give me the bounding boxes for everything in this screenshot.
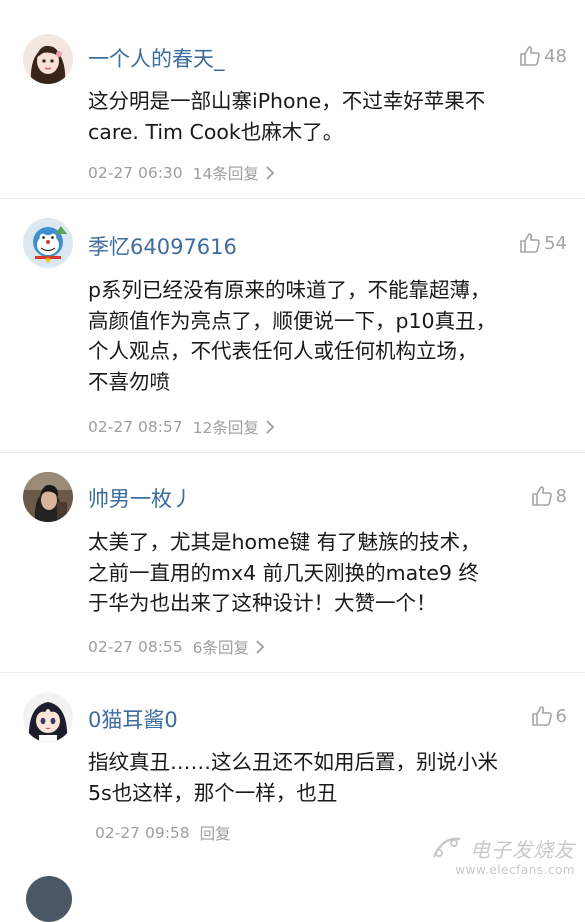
username[interactable]: 一个人的春天_ — [88, 43, 225, 73]
comment-line: care. Tim Cook也麻木了。 — [88, 119, 344, 144]
user-avatar-image — [23, 692, 73, 742]
replies-link[interactable]: 12条回复 — [193, 416, 275, 438]
comment-line: p系列已经没有原来的味道了，不能靠超薄， — [88, 278, 491, 302]
divider — [0, 672, 585, 673]
thumbs-up-icon — [531, 706, 552, 726]
comment-line: 这分明是一部山寨iPhone，不过幸好苹果不 — [88, 89, 486, 113]
chevron-right-icon — [266, 166, 275, 180]
username[interactable]: 0猫耳酱0 — [88, 704, 178, 734]
user-avatar-image — [23, 218, 73, 268]
comment-line: 指纹真丑……这么丑还不如用后置，别说小米 — [88, 750, 498, 774]
thumbs-up-icon — [531, 486, 552, 506]
replies-count: 14条回复 — [192, 165, 259, 183]
replies-count: 回复 — [199, 825, 231, 843]
avatar[interactable] — [23, 472, 73, 522]
comment-meta: 02-27 06:30 14条回复 — [88, 162, 275, 184]
like-count: 54 — [544, 232, 567, 254]
like-button[interactable]: 8 — [530, 484, 567, 508]
watermark-url: www.elecfans.com — [455, 863, 575, 877]
comment-text: p系列已经没有原来的味道了，不能靠超薄， 高颜值作为亮点了，顺便说一下，p10真… — [88, 275, 563, 397]
comment-line: 高颜值作为亮点了，顺便说一下，p10真丑， — [88, 308, 497, 333]
like-count: 8 — [555, 485, 567, 507]
username[interactable]: 帅男一枚丿 — [88, 483, 193, 513]
comment-meta: 02-27 09:58 回复 — [95, 822, 231, 844]
replies-link[interactable]: 回复 — [200, 822, 231, 844]
timestamp: 02-27 09:58 — [95, 824, 190, 842]
avatar[interactable] — [23, 34, 73, 84]
divider — [0, 452, 585, 453]
chevron-right-icon — [256, 640, 265, 654]
user-avatar-image — [23, 34, 73, 84]
timestamp: 02-27 06:30 — [88, 164, 183, 182]
divider — [0, 198, 585, 199]
like-button[interactable]: 54 — [518, 231, 567, 255]
comment-text: 太美了，尤其是home键 有了魅族的技术， 之前一直用的mx4 前几天刚换的ma… — [88, 527, 563, 619]
thumbs-up-icon — [520, 233, 540, 253]
chevron-right-icon — [266, 420, 275, 434]
avatar[interactable] — [23, 218, 73, 268]
like-button[interactable]: 6 — [530, 704, 567, 728]
comment-line: 不喜勿喷 — [88, 369, 170, 394]
replies-count: 6条回复 — [192, 639, 250, 657]
timestamp: 02-27 08:55 — [88, 638, 183, 656]
like-button[interactable]: 48 — [518, 44, 567, 68]
comment-line: 之前一直用的mx4 前几天刚换的mate9 终 — [88, 560, 479, 585]
timestamp: 02-27 08:57 — [88, 418, 183, 436]
comment-meta: 02-27 08:57 12条回复 — [88, 416, 275, 438]
watermark-name: 电子发烧友 — [470, 837, 575, 862]
comment-line: 于华为也出来了这种设计！大赞一个！ — [88, 591, 437, 615]
comment-text: 这分明是一部山寨iPhone，不过幸好苹果不 care. Tim Cook也麻木… — [88, 86, 563, 147]
comment-meta: 02-27 08:55 6条回复 — [88, 636, 265, 658]
user-avatar-image — [23, 472, 73, 522]
avatar[interactable] — [23, 692, 73, 742]
replies-link[interactable]: 6条回复 — [193, 636, 265, 658]
watermark: 电子发烧友 www.elecfans.com — [430, 833, 575, 877]
elecfans-logo-icon — [432, 837, 461, 858]
comment-line: 5s也这样，那个一样，也丑 — [88, 780, 338, 805]
replies-count: 12条回复 — [192, 419, 259, 437]
comment-text: 指纹真丑……这么丑还不如用后置，别说小米 5s也这样，那个一样，也丑 — [88, 747, 563, 808]
comment-line: 个人观点，不代表任何人或任何机构立场， — [88, 339, 478, 363]
comment-line: 太美了，尤其是home键 有了魅族的技术， — [88, 530, 481, 554]
username[interactable]: 季忆64097616 — [88, 231, 237, 261]
thumbs-up-icon — [520, 46, 540, 66]
like-count: 6 — [555, 705, 567, 727]
like-count: 48 — [544, 45, 567, 67]
replies-link[interactable]: 14条回复 — [193, 162, 275, 184]
avatar[interactable] — [26, 876, 72, 922]
